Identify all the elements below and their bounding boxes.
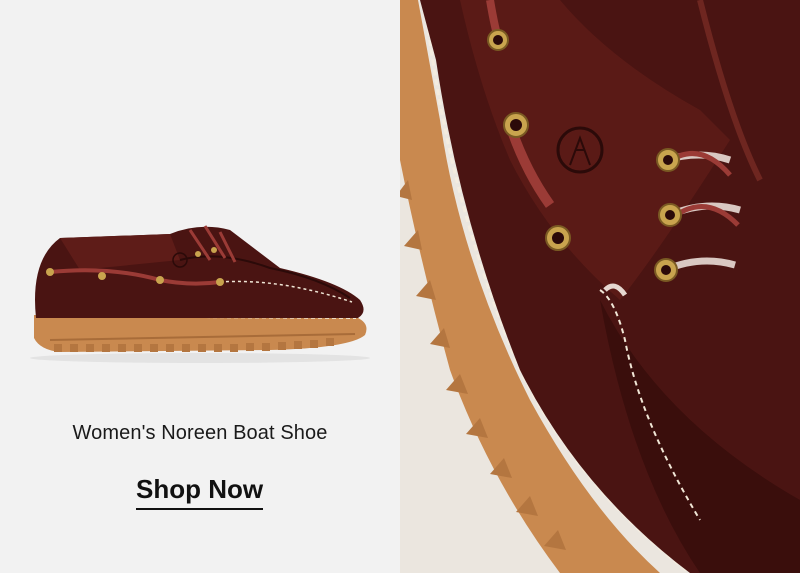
detail-image-panel	[400, 0, 800, 573]
product-panel: Women's Noreen Boat Shoe Shop Now	[0, 0, 400, 573]
promo-banner: Women's Noreen Boat Shoe Shop Now	[0, 0, 800, 573]
boat-shoe-product-image[interactable]	[20, 220, 380, 370]
boat-shoe-closeup-image[interactable]	[400, 0, 800, 573]
shop-now-link[interactable]: Shop Now	[136, 474, 264, 510]
product-title: Women's Noreen Boat Shoe	[72, 422, 328, 444]
